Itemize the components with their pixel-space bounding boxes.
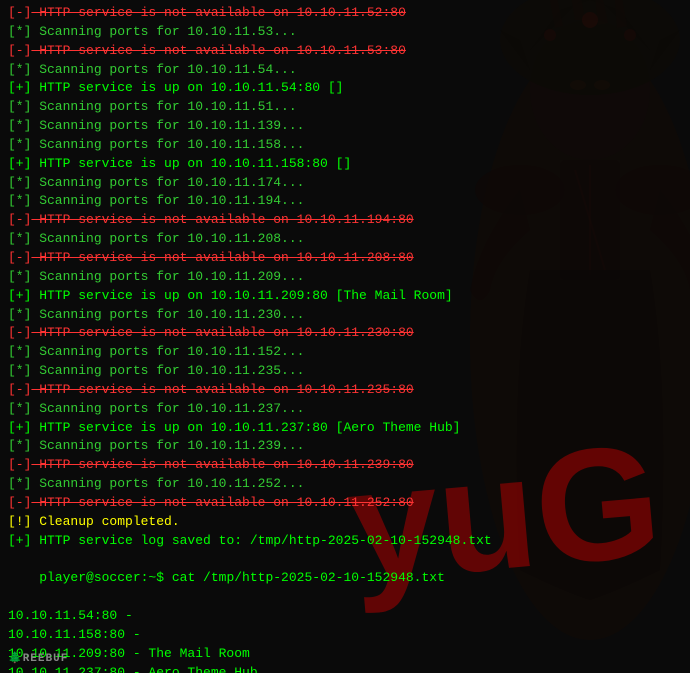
line-prefix: [*]	[8, 118, 31, 133]
terminal-line: [-] HTTP service is not available on 10.…	[8, 456, 682, 475]
line-prefix: [*]	[8, 344, 31, 359]
terminal-line: [*] Scanning ports for 10.10.11.194...	[8, 192, 682, 211]
line-text: Scanning ports for 10.10.11.230...	[31, 307, 304, 322]
logo-text: REEBUF	[23, 653, 69, 665]
terminal-line: [!] Cleanup completed.	[8, 513, 682, 532]
line-text: Scanning ports for 10.10.11.208...	[31, 231, 304, 246]
line-text: HTTP service is not available on 10.10.1…	[31, 250, 413, 265]
line-prefix: [!]	[8, 514, 31, 529]
terminal-line: [*] Scanning ports for 10.10.11.209...	[8, 268, 682, 287]
line-text: HTTP service is not available on 10.10.1…	[31, 325, 413, 340]
prompt-label: player@soccer:~$ cat /tmp/http-2025-02-1…	[39, 570, 445, 585]
output-line: 10.10.11.158:80 -	[8, 626, 682, 645]
terminal-window: [-] HTTP service is not available on 10.…	[0, 0, 690, 673]
line-prefix: [-]	[8, 212, 31, 227]
terminal-line: [-] HTTP service is not available on 10.…	[8, 494, 682, 513]
terminal-line: [+] HTTP service is up on 10.10.11.54:80…	[8, 79, 682, 98]
line-text: HTTP service is not available on 10.10.1…	[31, 382, 413, 397]
terminal-line: [-] HTTP service is not available on 10.…	[8, 324, 682, 343]
terminal-line: [-] HTTP service is not available on 10.…	[8, 42, 682, 61]
line-text: HTTP service is not available on 10.10.1…	[31, 212, 413, 227]
line-text: HTTP service is not available on 10.10.1…	[31, 5, 405, 20]
line-text: Scanning ports for 10.10.11.53...	[31, 24, 296, 39]
line-text: Scanning ports for 10.10.11.209...	[31, 269, 304, 284]
terminal-line: [-] HTTP service is not available on 10.…	[8, 211, 682, 230]
reebuf-logo: 🌲REEBUF	[8, 651, 68, 665]
terminal-output: [-] HTTP service is not available on 10.…	[8, 4, 682, 550]
line-prefix: [-]	[8, 495, 31, 510]
line-prefix: [*]	[8, 438, 31, 453]
terminal-line: [*] Scanning ports for 10.10.11.235...	[8, 362, 682, 381]
line-text: HTTP service is up on 10.10.11.158:80 []	[31, 156, 351, 171]
line-prefix: [-]	[8, 325, 31, 340]
line-prefix: [*]	[8, 137, 31, 152]
line-prefix: [-]	[8, 43, 31, 58]
line-text: Scanning ports for 10.10.11.239...	[31, 438, 304, 453]
terminal-line: [+] HTTP service log saved to: /tmp/http…	[8, 532, 682, 551]
line-prefix: [*]	[8, 62, 31, 77]
line-text: HTTP service log saved to: /tmp/http-202…	[31, 533, 491, 548]
line-text: Scanning ports for 10.10.11.54...	[31, 62, 296, 77]
output-line: 10.10.11.209:80 - The Mail Room	[8, 645, 682, 664]
line-prefix: [-]	[8, 457, 31, 472]
line-prefix: [*]	[8, 175, 31, 190]
line-prefix: [*]	[8, 401, 31, 416]
line-text: HTTP service is up on 10.10.11.237:80 [A…	[31, 420, 460, 435]
line-prefix: [*]	[8, 307, 31, 322]
line-prefix: [+]	[8, 80, 31, 95]
command-cat: player@soccer:~$ cat /tmp/http-2025-02-1…	[8, 550, 682, 607]
terminal-line: [-] HTTP service is not available on 10.…	[8, 381, 682, 400]
line-prefix: [-]	[8, 382, 31, 397]
cat-output: 10.10.11.54:80 -10.10.11.158:80 -10.10.1…	[8, 607, 682, 673]
output-line: 10.10.11.237:80 - Aero Theme Hub	[8, 664, 682, 673]
terminal-line: [*] Scanning ports for 10.10.11.54...	[8, 61, 682, 80]
terminal-line: [-] HTTP service is not available on 10.…	[8, 249, 682, 268]
line-text: Cleanup completed.	[31, 514, 179, 529]
line-prefix: [*]	[8, 24, 31, 39]
terminal-line: [-] HTTP service is not available on 10.…	[8, 4, 682, 23]
line-prefix: [+]	[8, 420, 31, 435]
terminal-line: [*] Scanning ports for 10.10.11.158...	[8, 136, 682, 155]
line-prefix: [*]	[8, 231, 31, 246]
line-text: Scanning ports for 10.10.11.252...	[31, 476, 304, 491]
terminal-line: [+] HTTP service is up on 10.10.11.209:8…	[8, 287, 682, 306]
line-text: Scanning ports for 10.10.11.139...	[31, 118, 304, 133]
line-prefix: [+]	[8, 156, 31, 171]
terminal-line: [*] Scanning ports for 10.10.11.252...	[8, 475, 682, 494]
terminal-line: [*] Scanning ports for 10.10.11.230...	[8, 306, 682, 325]
line-prefix: [-]	[8, 250, 31, 265]
line-text: Scanning ports for 10.10.11.194...	[31, 193, 304, 208]
line-text: HTTP service is not available on 10.10.1…	[31, 43, 405, 58]
terminal-line: [*] Scanning ports for 10.10.11.174...	[8, 174, 682, 193]
line-text: Scanning ports for 10.10.11.158...	[31, 137, 304, 152]
line-text: Scanning ports for 10.10.11.51...	[31, 99, 296, 114]
logo-icon: 🌲	[8, 653, 23, 665]
line-prefix: [*]	[8, 193, 31, 208]
line-text: HTTP service is not available on 10.10.1…	[31, 457, 413, 472]
terminal-line: [+] HTTP service is up on 10.10.11.158:8…	[8, 155, 682, 174]
terminal-line: [*] Scanning ports for 10.10.11.239...	[8, 437, 682, 456]
terminal-line: [*] Scanning ports for 10.10.11.237...	[8, 400, 682, 419]
terminal-line: [*] Scanning ports for 10.10.11.208...	[8, 230, 682, 249]
line-text: Scanning ports for 10.10.11.152...	[31, 344, 304, 359]
line-text: HTTP service is up on 10.10.11.209:80 [T…	[31, 288, 452, 303]
line-prefix: [*]	[8, 269, 31, 284]
terminal-line: [+] HTTP service is up on 10.10.11.237:8…	[8, 419, 682, 438]
line-text: Scanning ports for 10.10.11.235...	[31, 363, 304, 378]
line-text: HTTP service is up on 10.10.11.54:80 []	[31, 80, 343, 95]
terminal-line: [*] Scanning ports for 10.10.11.51...	[8, 98, 682, 117]
line-text: Scanning ports for 10.10.11.174...	[31, 175, 304, 190]
line-prefix: [*]	[8, 363, 31, 378]
terminal-line: [*] Scanning ports for 10.10.11.139...	[8, 117, 682, 136]
terminal-line: [*] Scanning ports for 10.10.11.53...	[8, 23, 682, 42]
output-line: 10.10.11.54:80 -	[8, 607, 682, 626]
line-prefix: [*]	[8, 99, 31, 114]
line-prefix: [+]	[8, 533, 31, 548]
line-text: HTTP service is not available on 10.10.1…	[31, 495, 413, 510]
line-prefix: [+]	[8, 288, 31, 303]
line-prefix: [-]	[8, 5, 31, 20]
terminal-line: [*] Scanning ports for 10.10.11.152...	[8, 343, 682, 362]
line-prefix: [*]	[8, 476, 31, 491]
line-text: Scanning ports for 10.10.11.237...	[31, 401, 304, 416]
